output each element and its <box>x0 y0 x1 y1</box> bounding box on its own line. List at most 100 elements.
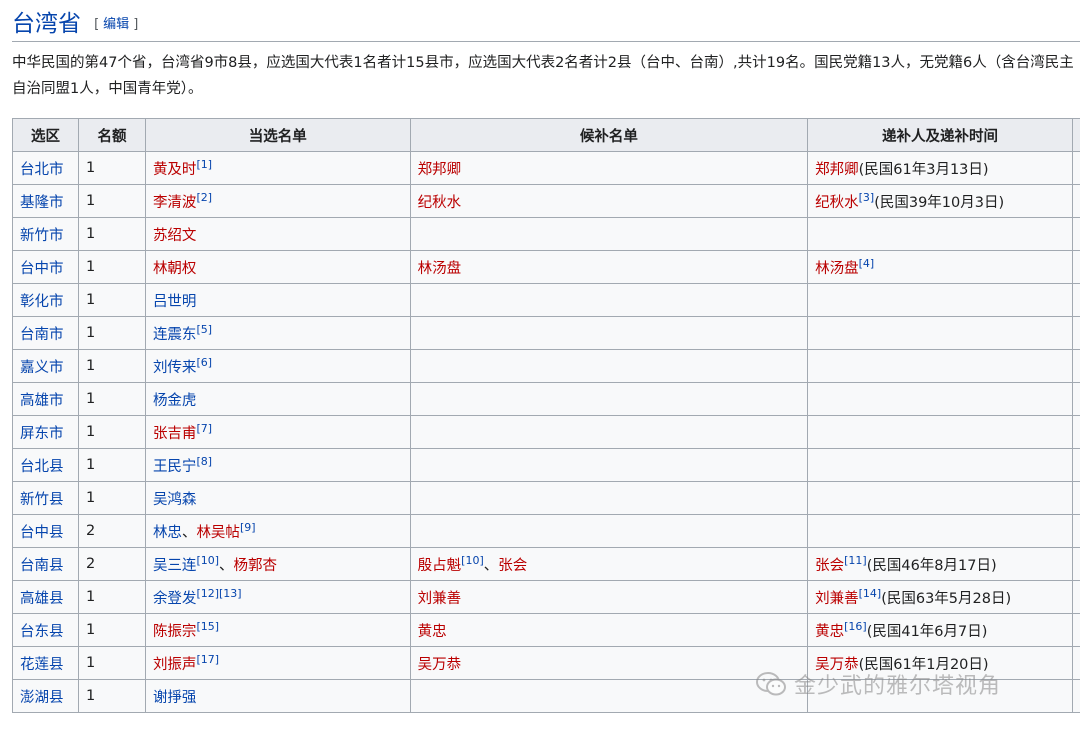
person-link[interactable]: 殷占魁 <box>418 558 462 574</box>
column-header-successor[interactable]: 递补人及递补时间 <box>807 118 1073 152</box>
reference-link[interactable]: [10] <box>461 554 484 567</box>
reference-link[interactable]: [9] <box>240 521 256 534</box>
district-link[interactable]: 屏东市 <box>12 415 79 449</box>
district-link[interactable]: 台中市 <box>12 250 79 284</box>
person-link[interactable]: 黄忠 <box>815 624 844 640</box>
seats-cell: 1 <box>77 679 146 713</box>
table-row: 新竹市 1 苏绍文 <box>12 217 1080 251</box>
extra-cell <box>1072 514 1080 548</box>
reference-link[interactable]: [12][13] <box>196 587 241 600</box>
person-link[interactable]: 张会 <box>815 558 844 574</box>
person-link[interactable]: 杨金虎 <box>153 393 197 409</box>
seats-cell: 2 <box>77 547 146 581</box>
person-link[interactable]: 黄忠 <box>418 624 447 640</box>
district-link[interactable]: 台北县 <box>12 448 79 482</box>
wechat-icon <box>756 672 786 696</box>
reference-link[interactable]: [8] <box>196 455 212 468</box>
column-header-alternates[interactable]: 候补名单 <box>409 118 809 152</box>
edit-section: [编辑] <box>94 17 139 32</box>
reference-link[interactable]: [6] <box>196 356 212 369</box>
person-link[interactable]: 余登发 <box>153 591 197 607</box>
person-link[interactable]: 吴万恭 <box>418 657 462 673</box>
person-link[interactable]: 苏绍文 <box>153 228 197 244</box>
person-link[interactable]: 郑邦卿 <box>418 162 462 178</box>
separator: 、 <box>219 557 234 574</box>
reference-link[interactable]: [1] <box>196 158 212 171</box>
extra-cell <box>1072 448 1080 482</box>
reference-link[interactable]: [4] <box>859 257 875 270</box>
district-link[interactable]: 花莲县 <box>12 646 79 680</box>
watermark-text: 金少武的雅尔塔视角 <box>794 674 1002 699</box>
extra-cell <box>1072 349 1080 383</box>
edit-link[interactable]: 编辑 <box>103 17 129 32</box>
reference-link[interactable]: [17] <box>196 653 219 666</box>
elected-cell: 杨金虎 <box>144 382 411 416</box>
district-link[interactable]: 高雄县 <box>12 580 79 614</box>
district-link[interactable]: 高雄市 <box>12 382 79 416</box>
person-link[interactable]: 林忠 <box>153 525 182 541</box>
person-link[interactable]: 吕世明 <box>153 294 197 310</box>
person-link[interactable]: 刘传来 <box>153 360 197 376</box>
person-link[interactable]: 谢掙强 <box>153 690 197 706</box>
table-row: 台南市 1 连震东[5] <box>12 316 1080 350</box>
person-link[interactable]: 王民宁 <box>153 459 197 475</box>
person-link[interactable]: 刘振声 <box>153 657 197 673</box>
person-link[interactable]: 纪秋水 <box>418 195 462 211</box>
watermark: 金少武的雅尔塔视角 <box>756 668 1001 700</box>
seats-cell: 1 <box>77 382 146 416</box>
column-header-seats[interactable]: 名额 <box>77 118 146 152</box>
person-link[interactable]: 林朝权 <box>153 261 197 277</box>
person-link[interactable]: 张吉甫 <box>153 426 197 442</box>
district-link[interactable]: 澎湖县 <box>12 679 79 713</box>
district-link[interactable]: 新竹县 <box>12 481 79 515</box>
reference-link[interactable]: [5] <box>196 323 212 336</box>
person-link[interactable]: 吴三连 <box>153 558 197 574</box>
person-link[interactable]: 连震东 <box>153 327 197 343</box>
reference-link[interactable]: [3] <box>859 191 875 204</box>
district-link[interactable]: 台南县 <box>12 547 79 581</box>
district-link[interactable]: 基隆市 <box>12 184 79 218</box>
alternates-cell: 刘兼善 <box>409 580 809 614</box>
reference-link[interactable]: [10] <box>196 554 219 567</box>
person-link[interactable]: 陈振宗 <box>153 624 197 640</box>
column-header-district[interactable]: 选区 <box>12 118 79 152</box>
district-link[interactable]: 台南市 <box>12 316 79 350</box>
reference-link[interactable]: [16] <box>844 620 867 633</box>
elected-cell: 陈振宗[15] <box>144 613 411 647</box>
person-link[interactable]: 吴鸿森 <box>153 492 197 508</box>
district-link[interactable]: 台北市 <box>12 151 79 185</box>
district-link[interactable]: 新竹市 <box>12 217 79 251</box>
person-link[interactable]: 刘兼善 <box>815 591 859 607</box>
person-link[interactable]: 林汤盘 <box>418 261 462 277</box>
person-link[interactable]: 刘兼善 <box>418 591 462 607</box>
column-header-elected[interactable]: 当选名单 <box>144 118 411 152</box>
reference-link[interactable]: [7] <box>196 422 212 435</box>
district-link[interactable]: 彰化市 <box>12 283 79 317</box>
district-link[interactable]: 台中县 <box>12 514 79 548</box>
table-row: 台中市 1 林朝权 林汤盘 林汤盘[4] <box>12 250 1080 284</box>
person-link[interactable]: 李清波 <box>153 195 197 211</box>
district-link[interactable]: 台东县 <box>12 613 79 647</box>
person-link[interactable]: 张会 <box>498 558 527 574</box>
reference-link[interactable]: [15] <box>196 620 219 633</box>
extra-cell <box>1072 415 1080 449</box>
person-link[interactable]: 黄及时 <box>153 162 197 178</box>
extra-cell <box>1072 151 1080 185</box>
alternates-cell: 殷占魁[10]、张会 <box>409 547 809 581</box>
reference-link[interactable]: [11] <box>844 554 867 567</box>
intro-paragraph: 中华民国的第47个省，台湾省9市8县，应选国大代表1名者计15县市，应选国大代表… <box>12 55 1074 97</box>
person-link[interactable]: 林吴帖 <box>196 525 240 541</box>
person-link[interactable]: 杨郭杏 <box>234 558 278 574</box>
reference-link[interactable]: [2] <box>196 191 212 204</box>
person-link[interactable]: 郑邦卿 <box>815 162 859 178</box>
seats-cell: 1 <box>77 481 146 515</box>
person-link[interactable]: 纪秋水 <box>815 195 859 211</box>
successor-cell: 刘兼善[14](民国63年5月28日) <box>807 580 1073 614</box>
district-link[interactable]: 嘉义市 <box>12 349 79 383</box>
reference-link[interactable]: [14] <box>859 587 882 600</box>
section-heading: 台湾省 [编辑] <box>12 8 1080 42</box>
person-link[interactable]: 林汤盘 <box>815 261 859 277</box>
page-title: 台湾省 <box>12 11 81 37</box>
successor-cell <box>807 382 1073 416</box>
elected-cell: 黄及时[1] <box>144 151 411 185</box>
